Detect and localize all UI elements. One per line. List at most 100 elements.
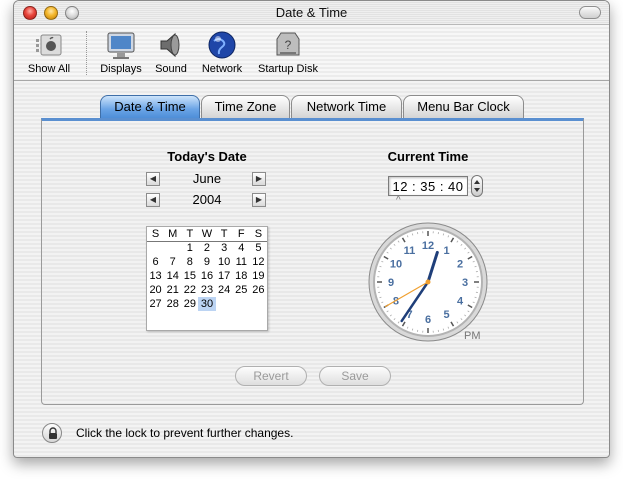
lock-glyph-icon — [49, 427, 57, 439]
stepper-down-arrow-icon[interactable] — [474, 188, 480, 192]
clock-number: 1 — [443, 245, 449, 257]
calendar-day[interactable]: 17 — [216, 269, 233, 283]
clock-number: 10 — [390, 259, 402, 271]
toolbar-show-all[interactable]: Show All — [24, 29, 74, 75]
revert-button[interactable]: Revert — [235, 366, 307, 386]
weekday-label: F — [232, 227, 250, 242]
calendar-week-row: 12345 — [147, 241, 267, 255]
calendar-day[interactable]: 21 — [164, 283, 181, 297]
calendar-day[interactable]: 30 — [198, 297, 216, 311]
calendar-empty-cell — [250, 297, 267, 311]
analog-clock[interactable]: 12 1234567891011 — [367, 221, 489, 343]
toolbar: Show All Displays Sound Network ? Startu… — [14, 25, 609, 81]
toolbar-label: Show All — [27, 63, 71, 75]
calendar-empty-cell — [216, 297, 233, 311]
calendar-day[interactable]: 27 — [147, 297, 164, 311]
lock-icon[interactable] — [42, 423, 62, 443]
tab-menu-bar-clock[interactable]: Menu Bar Clock — [403, 95, 524, 119]
calendar-week-row: 20 21 22 23 24 25 26 — [147, 283, 267, 297]
year-next-button[interactable]: ▶ — [252, 193, 266, 207]
calendar-day[interactable]: 10 — [216, 255, 233, 269]
toolbar-network[interactable]: Network — [197, 29, 247, 75]
calendar-days: 1 2 3 4 5 6 7 8 9 10 11 12 13 14 15 16 17 18 19 20 21 22 23 24 2… — [147, 241, 267, 311]
calendar-day[interactable]: 20 — [147, 283, 164, 297]
calendar-day[interactable]: 18 — [233, 269, 250, 283]
displays-icon — [107, 32, 135, 59]
month-next-button[interactable]: ▶ — [252, 172, 266, 186]
calendar-day[interactable]: 4 — [233, 241, 250, 255]
weekday-label: S — [147, 227, 165, 242]
calendar-day[interactable]: 28 — [164, 297, 181, 311]
calendar-day[interactable]: 26 — [250, 283, 267, 297]
calendar-day[interactable]: 8 — [181, 255, 198, 269]
calendar-day[interactable]: 3 — [216, 241, 233, 255]
tab-time-zone[interactable]: Time Zone — [201, 95, 290, 119]
toolbar-label: Network — [201, 63, 243, 75]
todays-date-heading: Today's Date — [167, 149, 247, 164]
calendar-day[interactable]: 9 — [198, 255, 215, 269]
year-previous-button[interactable]: ◀ — [146, 193, 160, 207]
calendar-day[interactable]: 22 — [181, 283, 198, 297]
weekday-label: W — [198, 227, 216, 242]
tab-network-time[interactable]: Network Time — [291, 95, 402, 119]
calendar-day[interactable]: 29 — [181, 297, 198, 311]
weekday-label: M — [164, 227, 182, 242]
calendar-week-row: 13 14 15 16 17 18 19 — [147, 269, 267, 283]
toolbar-startup-disk[interactable]: ? Startup Disk — [254, 29, 322, 75]
time-input[interactable]: 12 : 35 : 40 — [388, 176, 468, 196]
toolbar-label: Sound — [155, 63, 187, 75]
tab-date-time[interactable]: Date & Time — [100, 95, 200, 119]
month-previous-button[interactable]: ◀ — [146, 172, 160, 186]
svg-text:?: ? — [285, 38, 292, 52]
clock-number: 6 — [425, 314, 431, 326]
current-time-heading: Current Time — [387, 149, 469, 164]
clock-number: 12 — [422, 240, 434, 252]
network-icon — [208, 31, 236, 59]
calendar-day[interactable]: 11 — [233, 255, 250, 269]
toolbar-sound[interactable]: Sound — [150, 29, 192, 75]
date-time-window: Date & Time Show All Displays Sound Netw… — [13, 0, 610, 458]
calendar-day[interactable]: 25 — [233, 283, 250, 297]
calendar-day[interactable]: 6 — [147, 255, 164, 269]
calendar-week-row: 6 7 8 9 10 11 12 — [147, 255, 267, 269]
time-stepper[interactable] — [471, 175, 483, 197]
clock-number: 4 — [457, 296, 464, 308]
toolbar-separator — [86, 31, 87, 75]
calendar-week-row: 27 28 29 30 — [147, 297, 267, 311]
calendar-day[interactable]: 5 — [250, 241, 267, 255]
clock-number: 3 — [462, 277, 468, 289]
weekday-label: S — [249, 227, 267, 242]
month-value: June — [192, 171, 222, 186]
calendar-day[interactable]: 14 — [164, 269, 181, 283]
toolbar-label: Displays — [100, 63, 142, 75]
clock-number: 11 — [404, 245, 416, 257]
weekday-label: T — [181, 227, 199, 242]
stepper-up-arrow-icon[interactable] — [474, 180, 480, 184]
calendar-day[interactable]: 24 — [216, 283, 233, 297]
calendar-weekday-row: S M T W T F S — [147, 227, 267, 242]
field-caret-icon: ^ — [396, 195, 401, 206]
year-value: 2004 — [192, 192, 222, 207]
title-bar[interactable]: Date & Time — [14, 1, 609, 25]
calendar-day[interactable]: 19 — [250, 269, 267, 283]
calendar-empty-cell — [233, 297, 250, 311]
clock-number: 5 — [443, 309, 449, 321]
toolbar-toggle-button[interactable] — [579, 6, 601, 19]
toolbar-displays[interactable]: Displays — [96, 29, 146, 75]
show-all-icon — [36, 34, 62, 56]
calendar-day[interactable]: 2 — [198, 241, 215, 255]
weekday-label: T — [215, 227, 233, 242]
calendar-day[interactable]: 1 — [181, 241, 198, 255]
save-button[interactable]: Save — [319, 366, 391, 386]
startup-disk-icon: ? — [276, 32, 300, 56]
calendar-day[interactable]: 12 — [250, 255, 267, 269]
calendar-day[interactable]: 23 — [198, 283, 215, 297]
calendar-day[interactable]: 16 — [198, 269, 215, 283]
toolbar-label: Startup Disk — [258, 63, 318, 75]
window-title: Date & Time — [275, 5, 348, 20]
calendar-day[interactable]: 15 — [181, 269, 198, 283]
calendar-day[interactable]: 13 — [147, 269, 164, 283]
calendar-day[interactable]: 7 — [164, 255, 181, 269]
lock-message: Click the lock to prevent further change… — [76, 426, 294, 440]
clock-center — [425, 279, 431, 285]
